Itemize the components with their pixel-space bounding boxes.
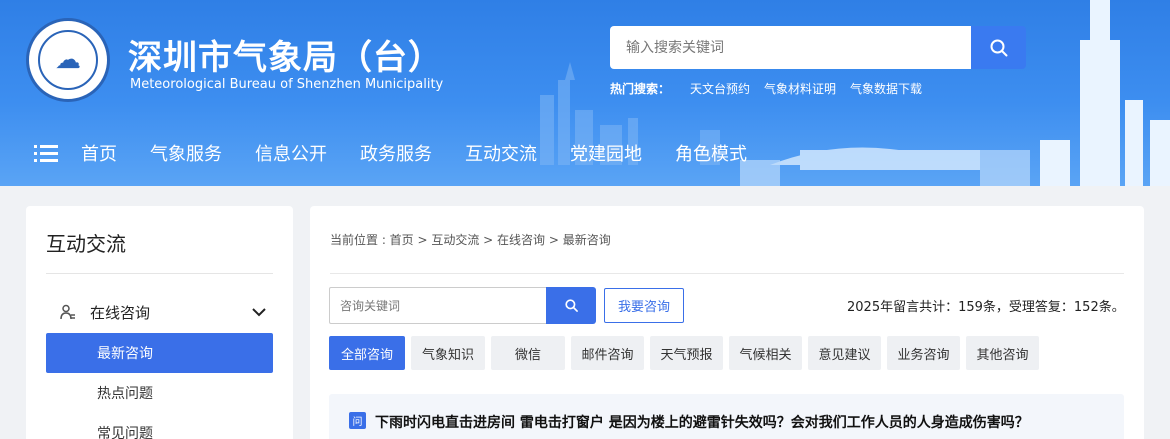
sidebar-item-hot-questions[interactable]: 热点问题 xyxy=(46,373,273,413)
site-search-input[interactable] xyxy=(610,26,972,69)
menu-icon[interactable] xyxy=(34,143,58,163)
hot-search: 热门搜索： 天文台预约 气象材料证明 气象数据下载 xyxy=(610,80,922,97)
consult-search-input[interactable] xyxy=(329,287,546,324)
hot-search-link[interactable]: 气象材料证明 xyxy=(764,80,836,97)
sidebar-group-online-consult[interactable]: 在线咨询 xyxy=(60,300,266,324)
site-search-button[interactable] xyxy=(971,26,1026,69)
category-tabs: 全部咨询 气象知识 微信 邮件咨询 天气预报 气候相关 意见建议 业务咨询 其他… xyxy=(329,336,1039,370)
chevron-down-icon[interactable] xyxy=(252,307,266,317)
tab-other[interactable]: 其他咨询 xyxy=(966,336,1039,370)
sidebar-title: 互动交流 xyxy=(46,232,126,256)
site-title: 深圳市气象局（台） xyxy=(128,38,443,78)
bureau-logo[interactable]: ☁ xyxy=(26,18,110,102)
main-nav: 首页 气象服务 信息公开 政务服务 互动交流 党建园地 角色模式 xyxy=(34,140,780,166)
sidebar-group-label: 在线咨询 xyxy=(90,303,151,322)
tab-all[interactable]: 全部咨询 xyxy=(329,336,405,370)
divider xyxy=(46,273,273,274)
hot-search-link[interactable]: 气象数据下载 xyxy=(850,80,922,97)
sidebar-item-faq[interactable]: 常见问题 xyxy=(46,413,273,439)
sidebar: 互动交流 在线咨询 最新咨询 热点问题 常见问题 xyxy=(26,206,293,439)
site-subtitle: Meteorological Bureau of Shenzhen Munici… xyxy=(130,77,444,92)
tab-business[interactable]: 业务咨询 xyxy=(887,336,960,370)
list-item[interactable]: 问 下雨时闪电直击进房间 雷电击打窗户 是因为楼上的避雷针失效吗？会对我们工作人… xyxy=(329,394,1124,439)
nav-item-role-mode[interactable]: 角色模式 xyxy=(675,140,747,166)
nav-item-home[interactable]: 首页 xyxy=(81,140,117,166)
search-icon xyxy=(564,299,578,312)
search-icon xyxy=(990,39,1007,56)
breadcrumb: 当前位置 : 首页 > 互动交流 > 在线咨询 > 最新咨询 xyxy=(330,233,611,247)
tab-weather-knowledge[interactable]: 气象知识 xyxy=(411,336,485,370)
nav-item-interaction[interactable]: 互动交流 xyxy=(465,140,537,166)
question-title[interactable]: 下雨时闪电直击进房间 雷电击打窗户 是因为楼上的避雷针失效吗？会对我们工作人员的… xyxy=(375,412,1029,432)
tab-email[interactable]: 邮件咨询 xyxy=(571,336,644,370)
user-icon xyxy=(60,304,75,320)
consult-stats: 2025年留言共计：159条，受理答复：152条。 xyxy=(847,300,1125,315)
ask-question-button[interactable]: 我要咨询 xyxy=(604,288,684,323)
consult-search-button[interactable] xyxy=(546,287,596,324)
hot-search-link[interactable]: 天文台预约 xyxy=(690,80,750,97)
tab-wechat[interactable]: 微信 xyxy=(491,336,565,370)
nav-item-party-building[interactable]: 党建园地 xyxy=(570,140,642,166)
nav-item-gov-service[interactable]: 政务服务 xyxy=(360,140,432,166)
hot-search-label: 热门搜索： xyxy=(610,82,671,96)
main-content: 当前位置 : 首页 > 互动交流 > 在线咨询 > 最新咨询 我要咨询 2025… xyxy=(310,206,1144,439)
tab-forecast[interactable]: 天气预报 xyxy=(650,336,723,370)
tab-suggestions[interactable]: 意见建议 xyxy=(808,336,881,370)
divider xyxy=(330,273,1124,274)
nav-item-weather-service[interactable]: 气象服务 xyxy=(150,140,222,166)
sidebar-item-latest-consult[interactable]: 最新咨询 xyxy=(46,333,273,373)
tab-climate[interactable]: 气候相关 xyxy=(729,336,802,370)
cloud-emblem-icon: ☁ xyxy=(38,30,98,90)
nav-item-info-disclosure[interactable]: 信息公开 xyxy=(255,140,327,166)
question-badge: 问 xyxy=(349,412,366,429)
site-header: ☁ 深圳市气象局（台） Meteorological Bureau of She… xyxy=(0,0,1170,186)
